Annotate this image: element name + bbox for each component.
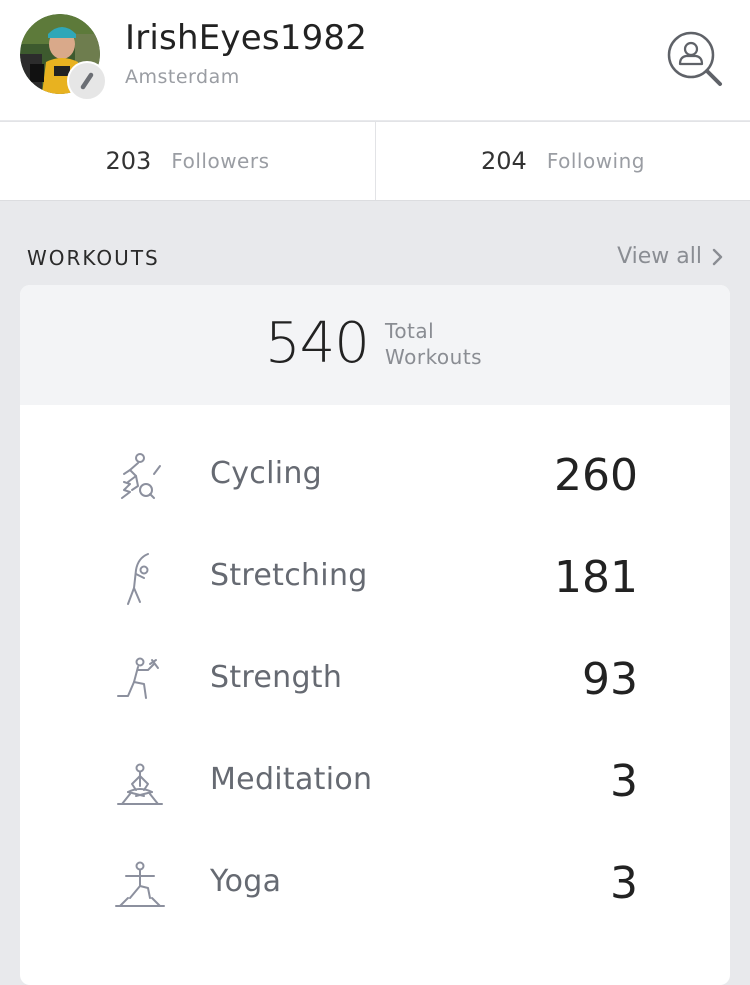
workout-name: Strength: [210, 660, 343, 695]
workout-count: 260: [554, 450, 638, 501]
workouts-section-title: WORKOUTS: [27, 246, 160, 270]
workout-row-cycling[interactable]: Cycling 260: [20, 430, 730, 530]
workouts-card: 540 Total Workouts Cycling 260 Stretchin…: [20, 285, 730, 985]
find-friends-button[interactable]: [664, 28, 726, 90]
workout-name: Cycling: [210, 456, 323, 491]
cycling-icon: [121, 453, 161, 499]
avatar-container[interactable]: [20, 14, 107, 101]
stretching-icon: [127, 553, 149, 605]
workout-count: 93: [582, 654, 638, 705]
chevron-right-icon: [712, 248, 723, 265]
workout-row-yoga[interactable]: Yoga 3: [20, 838, 730, 938]
following-count: 204: [481, 147, 527, 175]
yoga-icon: [115, 861, 165, 907]
following-label: Following: [546, 149, 645, 173]
workout-count: 181: [554, 552, 638, 603]
followers-count: 203: [105, 147, 152, 175]
strength-icon: [117, 657, 159, 699]
meditation-icon: [117, 763, 163, 805]
workout-row-stretching[interactable]: Stretching 181: [20, 532, 730, 632]
total-workouts-label: Total Workouts: [385, 319, 483, 369]
workout-name: Stretching: [210, 558, 368, 593]
user-location: Amsterdam: [125, 66, 240, 88]
workout-name: Meditation: [210, 762, 373, 797]
view-all-label: View all: [617, 244, 702, 269]
followers-label: Followers: [171, 149, 270, 173]
profile-header: IrishEyes1982 Amsterdam: [0, 0, 750, 120]
workout-count: 3: [610, 756, 638, 807]
username: IrishEyes1982: [125, 18, 368, 58]
workout-name: Yoga: [210, 864, 282, 899]
follow-stats-row: 203 Followers 204 Following: [0, 121, 750, 201]
workout-row-strength[interactable]: Strength 93: [20, 634, 730, 734]
edit-profile-button[interactable]: [67, 61, 107, 101]
workout-count: 3: [610, 858, 638, 909]
total-workouts-summary: 540 Total Workouts: [20, 285, 730, 405]
view-all-link[interactable]: View all: [617, 244, 724, 269]
workout-row-meditation[interactable]: Meditation 3: [20, 736, 730, 836]
followers-button[interactable]: 203 Followers: [0, 122, 375, 200]
following-button[interactable]: 204 Following: [375, 122, 750, 200]
user-search-icon: [667, 31, 722, 86]
pencil-icon: [80, 72, 94, 90]
total-workouts-count: 540: [265, 311, 370, 376]
